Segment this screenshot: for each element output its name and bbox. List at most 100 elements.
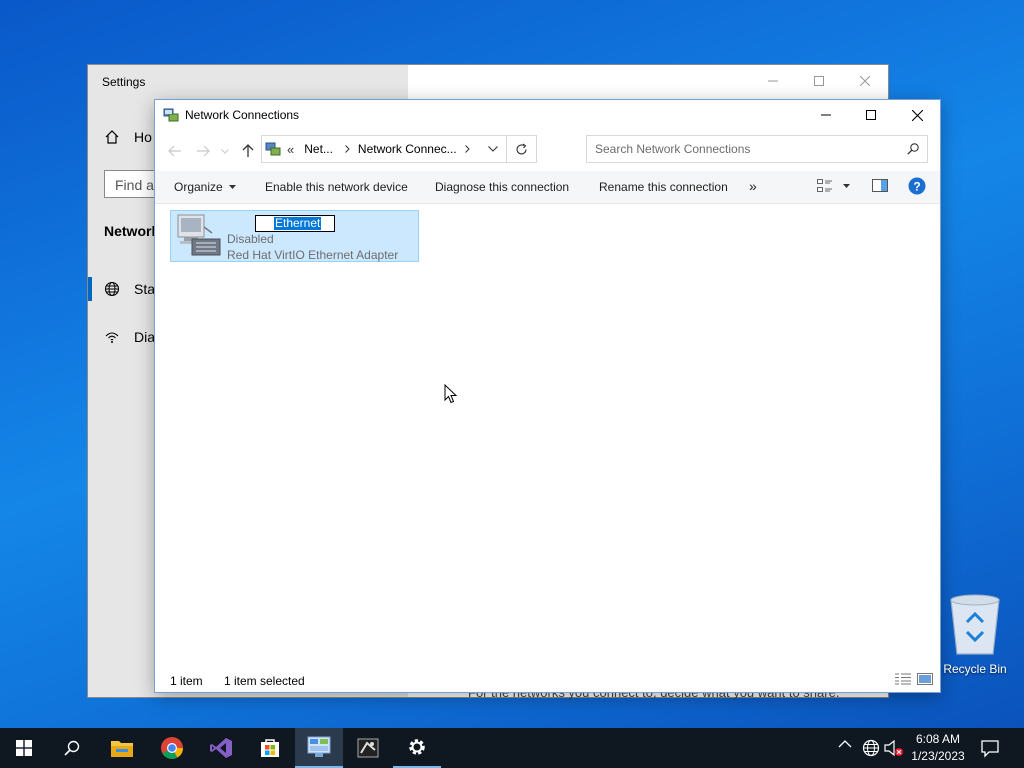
preview-pane-button[interactable] — [872, 179, 888, 193]
connection-status: Disabled — [227, 232, 274, 246]
settings-minimize-button[interactable] — [750, 71, 796, 91]
settings-close-button[interactable] — [842, 71, 888, 91]
chevron-right-icon[interactable] — [464, 145, 470, 153]
settings-maximize-button[interactable] — [796, 71, 842, 91]
arrow-right-icon — [196, 145, 210, 157]
settings-section-title: Network — [104, 223, 160, 239]
enable-device-button[interactable]: Enable this network device — [265, 180, 408, 194]
settings-home-item[interactable]: Ho — [104, 129, 152, 145]
tiles-view-icon[interactable] — [917, 673, 933, 685]
forward-button[interactable] — [193, 141, 213, 161]
chrome-button[interactable] — [148, 728, 196, 768]
arrow-left-icon — [168, 145, 182, 157]
back-button[interactable] — [165, 141, 185, 161]
preview-pane-icon — [872, 179, 888, 193]
chevron-up-icon — [838, 740, 852, 748]
refresh-icon[interactable] — [515, 143, 528, 156]
notifications-button[interactable] — [980, 738, 1000, 758]
chrome-icon — [160, 736, 184, 760]
status-bar: 1 item 1 item selected — [155, 668, 940, 692]
more-commands-button[interactable]: » — [749, 178, 757, 194]
breadcrumb-item[interactable]: Net... — [304, 142, 333, 156]
item-count: 1 item — [170, 674, 203, 688]
settings-dialup-label: Dia — [134, 329, 156, 345]
caret-down-icon — [228, 185, 236, 189]
organize-button[interactable]: Organize — [174, 180, 236, 194]
help-button[interactable]: ? — [908, 177, 926, 195]
settings-dialup-item[interactable]: Dia — [104, 329, 155, 345]
help-icon: ? — [908, 177, 926, 195]
change-view-button[interactable] — [817, 179, 850, 193]
search-icon[interactable] — [907, 143, 919, 155]
arrow-up-icon — [242, 144, 254, 158]
taskbar-clock[interactable]: 6:08 AM 1/23/2023 — [906, 731, 970, 765]
diagnose-button[interactable]: Diagnose this connection — [435, 180, 569, 194]
dialup-icon — [104, 329, 120, 345]
chevron-down-icon — [221, 148, 229, 154]
store-button[interactable] — [246, 728, 294, 768]
recent-locations-button[interactable] — [219, 141, 231, 161]
view-icon — [817, 179, 833, 193]
connections-list[interactable]: Ethernet Disabled Red Hat VirtIO Etherne… — [155, 204, 940, 668]
breadcrumb-item[interactable]: Network Connec... — [358, 142, 457, 156]
settings-home-label: Ho — [134, 129, 152, 145]
network-adapter-icon — [174, 213, 222, 259]
minimize-button[interactable] — [803, 100, 849, 130]
visual-studio-button[interactable] — [197, 728, 245, 768]
breadcrumb-overflow[interactable]: « — [287, 142, 294, 157]
clock-date: 1/23/2023 — [911, 749, 965, 763]
rename-input-value: Ethernet — [274, 216, 322, 230]
settings-status-item[interactable]: Stat — [104, 281, 159, 297]
navigation-bar: « Net... Network Connec... Search Networ… — [155, 131, 940, 171]
search-button[interactable] — [48, 728, 96, 768]
selected-count: 1 item selected — [224, 674, 305, 688]
network-folder-icon — [265, 141, 281, 157]
close-button[interactable] — [894, 100, 940, 130]
settings-title: Settings — [102, 75, 146, 89]
svg-text:?: ? — [913, 180, 920, 194]
notification-icon — [980, 738, 1000, 758]
up-button[interactable] — [238, 141, 258, 161]
store-icon — [258, 736, 282, 760]
network-connections-icon — [163, 107, 179, 123]
settings-taskbar-button[interactable] — [393, 728, 441, 768]
recycle-bin[interactable]: Recycle Bin — [940, 592, 1010, 676]
globe-icon — [104, 281, 120, 297]
app-button[interactable] — [344, 728, 392, 768]
command-toolbar: Organize Enable this network device Diag… — [155, 171, 940, 204]
caret-down-icon — [843, 184, 850, 188]
recycle-bin-icon — [945, 592, 1005, 658]
connection-adapter: Red Hat VirtIO Ethernet Adapter — [227, 248, 399, 262]
rename-input[interactable]: Ethernet — [255, 215, 335, 232]
start-button[interactable] — [0, 728, 48, 768]
rename-button[interactable]: Rename this connection — [599, 180, 728, 194]
control-panel-icon — [307, 736, 331, 758]
address-bar[interactable]: « Net... Network Connec... — [261, 135, 537, 163]
network-status-button[interactable] — [862, 739, 880, 757]
details-view-icon[interactable] — [895, 673, 911, 685]
search-icon — [64, 740, 80, 756]
address-divider — [506, 136, 507, 162]
home-icon — [104, 129, 120, 145]
window-titlebar[interactable]: Network Connections — [155, 100, 940, 131]
network-connections-window[interactable]: Network Connections « Net... Network Con… — [155, 100, 940, 692]
address-dropdown-icon[interactable] — [488, 146, 498, 152]
mouse-pointer-icon — [444, 384, 458, 404]
control-panel-button[interactable] — [295, 728, 343, 768]
volume-button[interactable] — [884, 739, 904, 757]
search-input[interactable]: Search Network Connections — [586, 135, 928, 163]
gear-icon — [407, 737, 427, 757]
globe-icon — [862, 739, 880, 757]
recycle-bin-label: Recycle Bin — [943, 662, 1007, 676]
organize-label: Organize — [174, 180, 223, 194]
selected-indicator — [88, 277, 92, 301]
window-title: Network Connections — [185, 108, 300, 122]
list-item[interactable]: Ethernet Disabled Red Hat VirtIO Etherne… — [170, 210, 419, 262]
clock-time: 6:08 AM — [915, 732, 961, 746]
visual-studio-icon — [209, 736, 233, 760]
file-explorer-button[interactable] — [98, 728, 146, 768]
maximize-button[interactable] — [848, 100, 894, 130]
chevron-right-icon[interactable] — [345, 145, 350, 153]
windows-logo-icon — [16, 740, 32, 756]
show-hidden-icons-button[interactable] — [838, 740, 852, 748]
